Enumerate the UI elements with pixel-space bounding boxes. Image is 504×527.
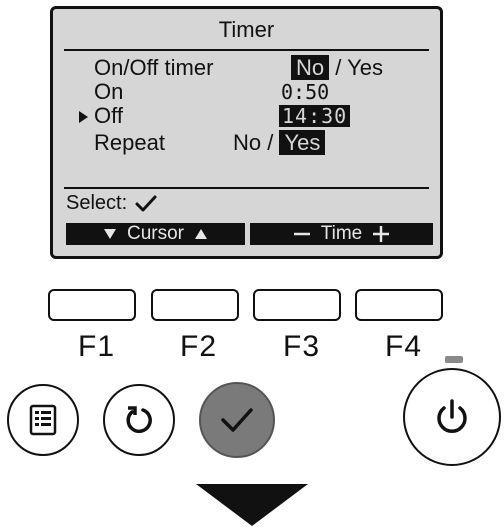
on-time-label: On xyxy=(94,79,124,104)
return-button[interactable] xyxy=(103,384,175,456)
select-hint: Select: xyxy=(66,192,157,215)
triangle-up-icon xyxy=(195,229,207,239)
on-time-value[interactable]: 0:50 xyxy=(281,81,329,103)
softkey-time: Time xyxy=(250,223,433,245)
arrow-down-icon xyxy=(196,484,308,526)
footer-divider xyxy=(64,187,429,189)
option-yes-selected: Yes xyxy=(279,130,326,155)
f3-button[interactable] xyxy=(253,289,341,321)
select-button[interactable] xyxy=(199,382,275,458)
option-separator: / xyxy=(261,130,280,155)
select-label: Select: xyxy=(66,192,128,214)
check-icon xyxy=(221,408,253,432)
menu-button[interactable] xyxy=(7,384,79,456)
menu-icon xyxy=(29,404,57,436)
return-icon xyxy=(126,406,152,434)
off-time-value[interactable]: 14:30 xyxy=(279,105,351,127)
softkey-cursor-label: Cursor xyxy=(126,223,184,244)
triangle-down-icon xyxy=(103,229,116,239)
softkey-bar: Cursor Time xyxy=(66,223,433,245)
power-button[interactable] xyxy=(403,368,501,466)
screen-title: Timer xyxy=(218,17,275,42)
status-led xyxy=(445,356,463,363)
check-icon xyxy=(135,195,157,211)
title-divider xyxy=(64,49,429,51)
f3-label: F3 xyxy=(283,330,321,363)
f1-label: F1 xyxy=(78,330,116,363)
f4-label: F4 xyxy=(385,330,423,363)
softkey-time-label: Time xyxy=(320,223,363,244)
softkey-cursor: Cursor xyxy=(66,223,245,245)
off-time-label: Off xyxy=(94,103,123,128)
f2-label: F2 xyxy=(180,330,218,363)
power-icon xyxy=(437,399,467,433)
onoff-timer-label: On/Off timer xyxy=(94,55,214,80)
f2-button[interactable] xyxy=(151,289,239,321)
repeat-label: Repeat xyxy=(94,130,165,155)
f1-button[interactable] xyxy=(48,289,136,321)
plus-icon xyxy=(373,226,390,242)
repeat-value[interactable]: No / Yes xyxy=(233,130,326,156)
f4-button[interactable] xyxy=(355,289,443,321)
option-no-selected: No xyxy=(291,55,330,80)
option-yes: Yes xyxy=(347,55,383,80)
option-separator: / xyxy=(329,55,348,80)
lcd-screen: Timer On/Off timer No / Yes On 0:50 Off … xyxy=(50,6,443,259)
onoff-timer-value[interactable]: No / Yes xyxy=(291,55,383,81)
minus-icon xyxy=(293,232,310,236)
cursor-arrow-icon xyxy=(79,111,88,123)
option-no: No xyxy=(233,130,262,155)
